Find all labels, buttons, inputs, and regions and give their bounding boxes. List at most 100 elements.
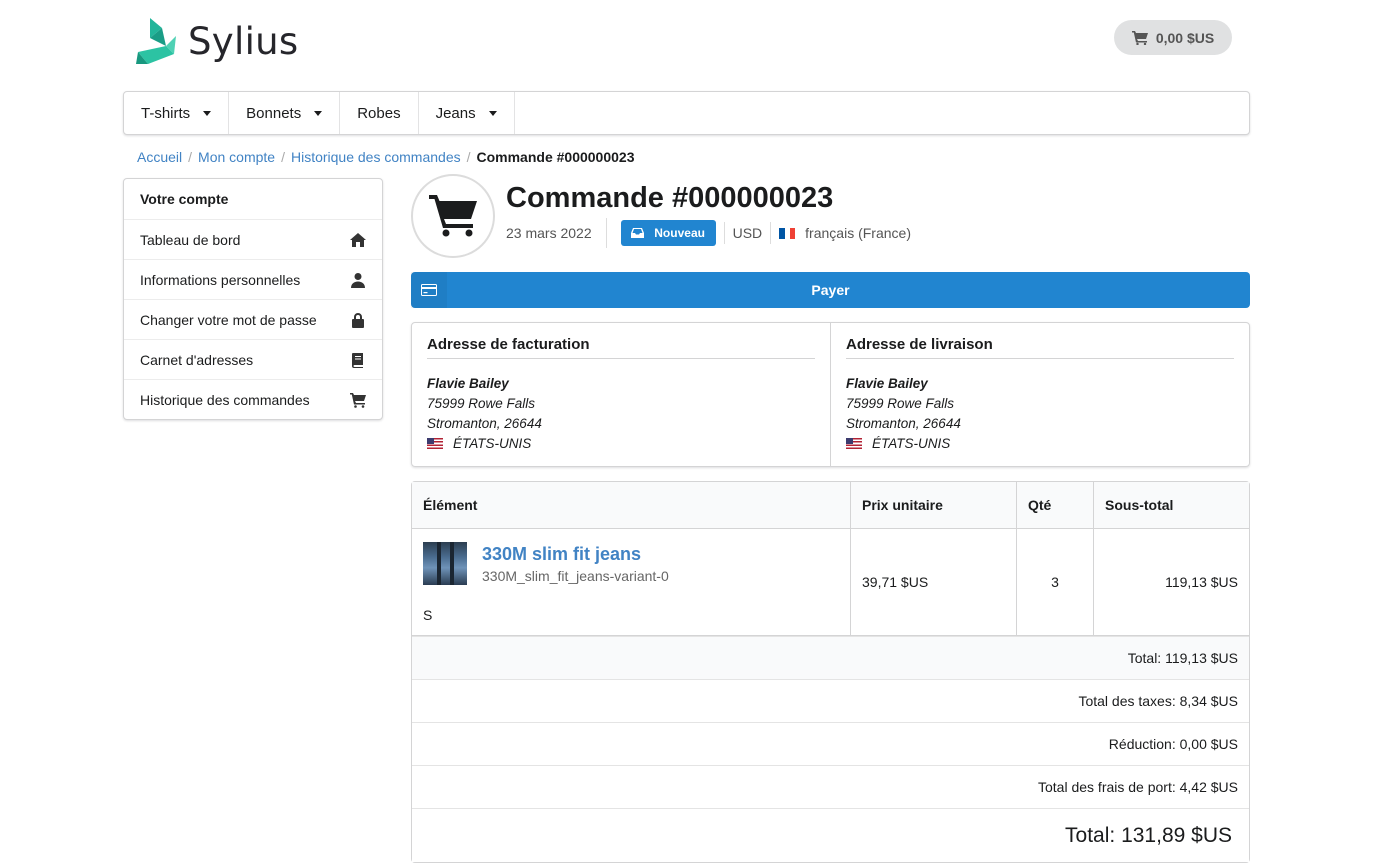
credit-card-icon (411, 272, 447, 308)
cart-icon (1131, 30, 1148, 45)
sidebar-item-label: Informations personnelles (140, 271, 301, 288)
breadcrumb-account[interactable]: Mon compte (198, 149, 275, 165)
order-items-table: Élément Prix unitaire Qté Sous-total 330… (411, 481, 1250, 863)
subtotal-cell: 119,13 $US (1093, 529, 1249, 636)
breadcrumb-separator: / (281, 149, 285, 165)
table-row: 330M slim fit jeans 330M_slim_fit_jeans-… (412, 529, 1249, 636)
caret-down-icon (488, 110, 497, 116)
order-locale: français (France) (805, 225, 911, 241)
tax-total-row: Total des taxes: 8,34 $US (412, 679, 1249, 722)
product-option: S (423, 606, 433, 623)
product-name-link[interactable]: 330M slim fit jeans (482, 544, 669, 565)
cart-button[interactable]: 0,00 $US (1114, 20, 1232, 55)
inbox-icon (631, 228, 645, 238)
header-subtotal: Sous-total (1093, 482, 1249, 529)
menu-label: T-shirts (141, 104, 191, 122)
us-flag-icon (846, 438, 862, 449)
items-total: Total: 119,13 $US (412, 636, 1249, 679)
shipping-heading: Adresse de livraison (846, 336, 1234, 359)
main-menu: T-shirts Bonnets Robes Jeans (123, 91, 1250, 135)
product: 330M slim fit jeans 330M_slim_fit_jeans-… (423, 541, 839, 585)
menu-item-jeans[interactable]: Jeans (419, 92, 515, 134)
sidebar-item-personal-info[interactable]: Informations personnelles (124, 259, 382, 299)
breadcrumb-separator: / (188, 149, 193, 165)
breadcrumb-history[interactable]: Historique des commandes (291, 149, 461, 165)
sidebar-item-label: Historique des commandes (140, 391, 310, 408)
shipping-address: Adresse de livraison Flavie Bailey 75999… (830, 323, 1249, 466)
sidebar-item-label: Carnet d'adresses (140, 351, 254, 368)
header-item: Élément (412, 482, 850, 529)
billing-address: Adresse de facturation Flavie Bailey 759… (412, 323, 830, 466)
table-header-row: Élément Prix unitaire Qté Sous-total (412, 482, 1249, 529)
grand-total-row: Total: 131,89 $US (412, 808, 1249, 862)
sidebar-title: Votre compte (124, 179, 382, 219)
cart-icon (350, 392, 366, 408)
billing-name: Flavie Bailey (427, 376, 509, 391)
sidebar-item-label: Tableau de bord (140, 231, 241, 248)
grand-total: Total: 131,89 $US (412, 808, 1249, 862)
shipping-country: ÉTATS-UNIS (872, 436, 951, 451)
breadcrumb-current: Commande #000000023 (476, 149, 635, 165)
billing-street: 75999 Rowe Falls (427, 396, 536, 411)
breadcrumb-separator: / (466, 149, 471, 165)
tax-total: Total des taxes: 8,34 $US (412, 679, 1249, 722)
billing-country-line: ÉTATS-UNIS (427, 434, 815, 454)
pay-button[interactable]: Payer (411, 272, 1250, 308)
sidebar-item-dashboard[interactable]: Tableau de bord (124, 219, 382, 259)
shipping-name: Flavie Bailey (846, 376, 928, 391)
sylius-swan-icon (136, 18, 176, 64)
status-label: Nouveau (654, 226, 705, 240)
shipping-total: Total des frais de port: 4,42 $US (412, 765, 1249, 808)
sylius-logo[interactable]: Sylius (136, 18, 298, 64)
sidebar-item-change-password[interactable]: Changer votre mot de passe (124, 299, 382, 339)
menu-item-robes[interactable]: Robes (340, 92, 419, 134)
lock-icon (352, 312, 364, 328)
item-cell: 330M slim fit jeans 330M_slim_fit_jeans-… (412, 529, 850, 636)
book-icon (352, 352, 363, 368)
breadcrumb-home[interactable]: Accueil (137, 149, 182, 165)
product-variant: 330M_slim_fit_jeans-variant-0 (482, 567, 669, 584)
cart-icon (429, 195, 477, 237)
sidebar-title-text: Votre compte (140, 191, 229, 207)
shipping-total-row: Total des frais de port: 4,42 $US (412, 765, 1249, 808)
menu-label: Bonnets (246, 104, 302, 122)
france-flag-icon (779, 227, 796, 239)
shipping-country-line: ÉTATS-UNIS (846, 434, 1234, 454)
menu-label: Robes (357, 104, 401, 122)
pay-button-label: Payer (811, 282, 850, 298)
discount-row: Réduction: 0,00 $US (412, 722, 1249, 765)
shipping-city: Stromanton, 26644 (846, 416, 961, 431)
menu-item-bonnets[interactable]: Bonnets (229, 92, 341, 134)
menu-item-tshirts[interactable]: T-shirts (124, 92, 230, 134)
product-thumbnail[interactable] (423, 541, 467, 585)
home-icon (350, 232, 366, 247)
menu-label: Jeans (435, 104, 476, 122)
page-title: Commande #000000023 (506, 182, 834, 214)
user-icon (351, 272, 365, 288)
status-badge: Nouveau (620, 220, 716, 246)
header-unit-price: Prix unitaire (850, 482, 1016, 529)
header-qty: Qté (1016, 482, 1093, 529)
unit-price-cell: 39,71 $US (850, 529, 1016, 636)
product-info: 330M slim fit jeans 330M_slim_fit_jeans-… (482, 544, 669, 584)
caret-down-icon (203, 110, 212, 116)
order-currency: USD (723, 222, 772, 244)
order-meta: 23 mars 2022 Nouveau USD français (Franc… (506, 218, 911, 248)
discount-total: Réduction: 0,00 $US (412, 722, 1249, 765)
order-cart-icon-circle (411, 174, 495, 258)
billing-city: Stromanton, 26644 (427, 416, 542, 431)
shipping-street: 75999 Rowe Falls (846, 396, 955, 411)
items-total-row: Total: 119,13 $US (412, 636, 1249, 679)
account-sidebar: Votre compte Tableau de bord Information… (123, 178, 383, 420)
billing-heading: Adresse de facturation (427, 336, 815, 359)
sidebar-item-order-history[interactable]: Historique des commandes (124, 379, 382, 419)
caret-down-icon (314, 110, 323, 116)
sidebar-item-label: Changer votre mot de passe (140, 311, 317, 328)
order-date: 23 mars 2022 (506, 218, 607, 248)
sidebar-item-address-book[interactable]: Carnet d'adresses (124, 339, 382, 379)
qty-cell: 3 (1016, 529, 1093, 636)
logo-text: Sylius (188, 19, 299, 63)
us-flag-icon (427, 438, 443, 449)
billing-country: ÉTATS-UNIS (453, 436, 532, 451)
addresses-panel: Adresse de facturation Flavie Bailey 759… (411, 322, 1250, 467)
